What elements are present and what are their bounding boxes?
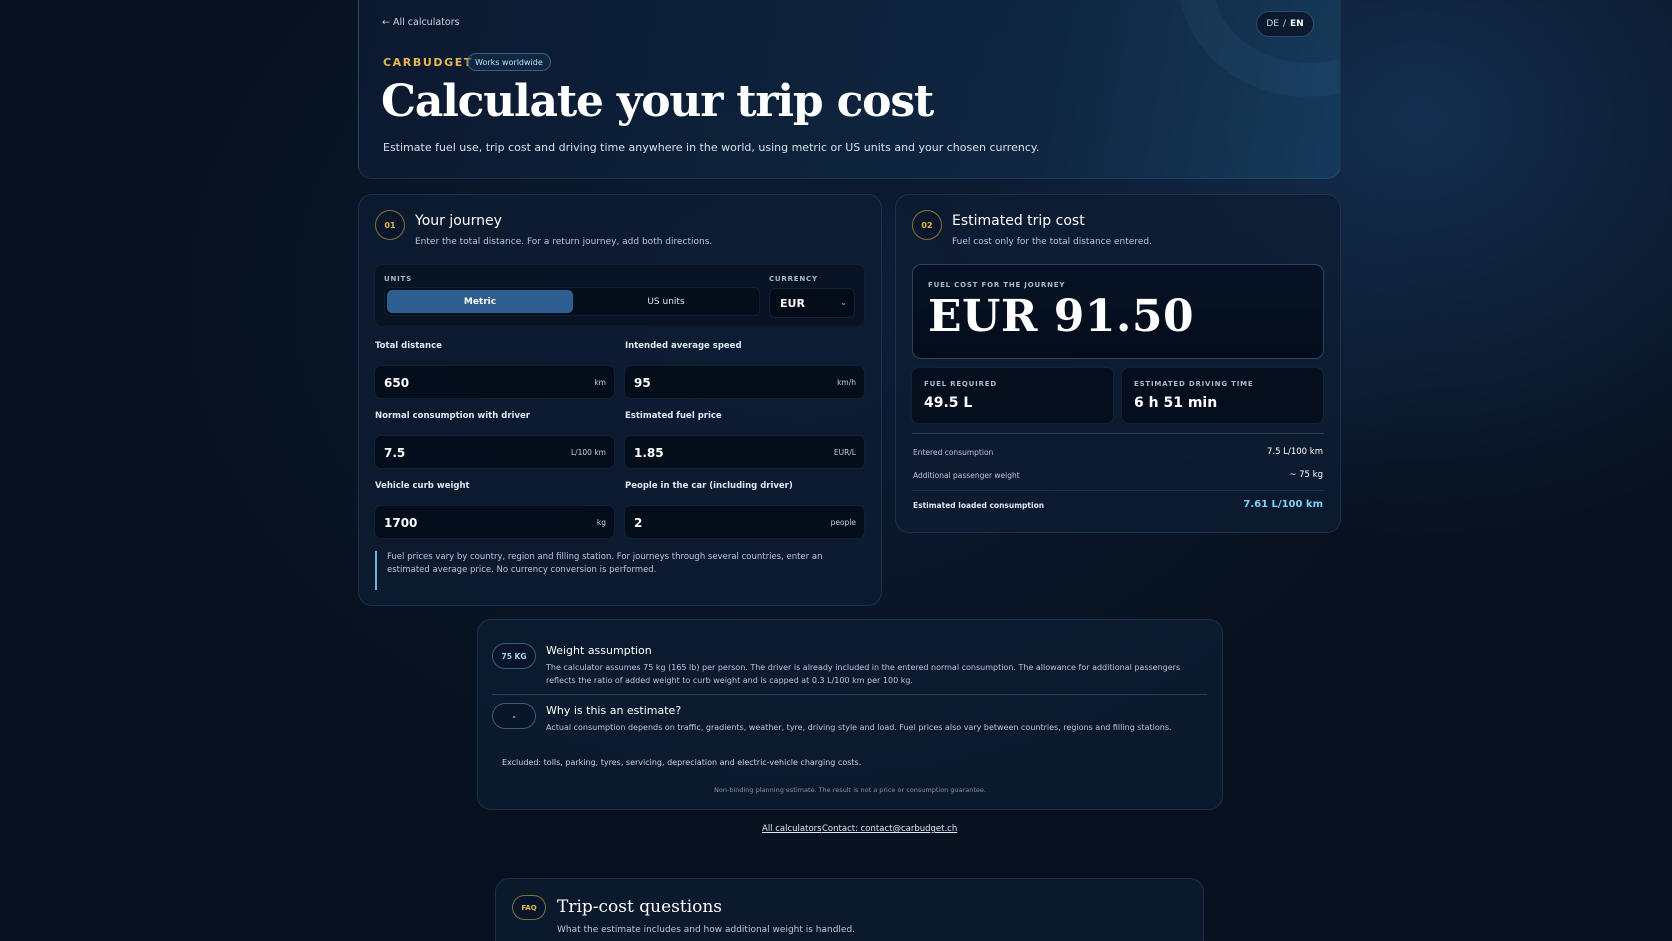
estimate-body: Actual consumption depends on traffic, g… — [546, 723, 1172, 732]
page-title: Calculate your trip cost — [381, 76, 934, 127]
driving-time-value: 6 h 51 min — [1134, 395, 1218, 411]
weight-assumption-body: The calculator assumes 75 kg (165 lb) pe… — [546, 663, 1181, 685]
journey-subtitle: Enter the total distance. For a return j… — [415, 237, 713, 247]
people-value: 2 — [634, 516, 643, 530]
step-badge-02: 02 — [912, 210, 942, 240]
driving-time-box: ESTIMATED DRIVING TIME 6 h 51 min — [1121, 367, 1324, 424]
units-metric-button[interactable]: Metric — [387, 290, 573, 313]
faq-badge: FAQ — [512, 895, 546, 920]
back-to-calculators-link[interactable]: ← All calculators — [382, 17, 460, 28]
speed-unit: km/h — [837, 378, 856, 387]
fuel-price-field[interactable]: 1.85 EUR/L — [624, 435, 865, 469]
loaded-consumption-value: 7.61 L/100 km — [1243, 499, 1323, 510]
fuel-cost-value: EUR 91.50 — [928, 291, 1195, 342]
faq-title: Trip-cost questions — [557, 897, 723, 917]
people-unit: people — [830, 518, 856, 527]
excluded-costs-note: Excluded: tolls, parking, tyres, servici… — [502, 758, 862, 767]
lang-separator: / — [1282, 19, 1286, 29]
distance-field[interactable]: 650 km — [374, 365, 615, 399]
speed-label: Intended average speed — [625, 341, 742, 351]
units-label: UNITS — [384, 275, 412, 283]
currency-label: CURRENCY — [769, 275, 818, 283]
distance-unit: km — [594, 378, 606, 387]
weight-unit: kg — [596, 518, 606, 527]
weight-label: Vehicle curb weight — [375, 481, 470, 491]
weight-value: 1700 — [384, 516, 418, 530]
fuel-cost-label: FUEL COST FOR THE JOURNEY — [928, 281, 1066, 289]
language-switcher[interactable]: DE / EN — [1256, 11, 1314, 37]
weight-assumption-title: Weight assumption — [546, 644, 652, 657]
journey-card — [358, 194, 882, 606]
passenger-weight-label: Additional passenger weight — [913, 471, 1020, 480]
info-divider — [492, 694, 1207, 695]
consumption-value: 7.5 — [384, 446, 406, 460]
consumption-unit: L/100 km — [570, 448, 606, 457]
footer-contact-link[interactable]: Contact: contact@carbudget.ch — [822, 824, 957, 834]
speed-field[interactable]: 95 km/h — [624, 365, 865, 399]
currency-value: EUR — [780, 296, 805, 310]
result-subtitle: Fuel cost only for the total distance en… — [952, 237, 1152, 247]
lang-en-option[interactable]: EN — [1290, 19, 1304, 29]
fuel-price-unit: EUR/L — [833, 448, 856, 457]
estimate-badge: - — [492, 703, 536, 729]
entered-consumption-label: Entered consumption — [913, 448, 994, 457]
brand-logo: CARBUDGET — [383, 56, 473, 69]
page-subtitle: Estimate fuel use, trip cost and driving… — [383, 141, 1040, 154]
weight-field[interactable]: 1700 kg — [374, 505, 615, 539]
step-badge-01: 01 — [375, 210, 405, 240]
entered-consumption-value: 7.5 L/100 km — [1267, 447, 1323, 457]
chevron-down-icon: ⌄ — [840, 298, 847, 307]
fuel-required-value: 49.5 L — [924, 395, 973, 411]
driving-time-label: ESTIMATED DRIVING TIME — [1134, 380, 1254, 388]
passenger-weight-value: ~ 75 kg — [1289, 470, 1323, 480]
disclaimer: Non-binding planning estimate. The resul… — [714, 786, 986, 794]
units-segmented-control: Metric US units — [384, 287, 760, 316]
fuel-price-note: Fuel prices vary by country, region and … — [375, 551, 865, 590]
fuel-required-box: FUEL REQUIRED 49.5 L — [911, 367, 1114, 424]
currency-select[interactable]: EUR ⌄ — [769, 288, 855, 318]
consumption-field[interactable]: 7.5 L/100 km — [374, 435, 615, 469]
fuel-price-value: 1.85 — [634, 446, 664, 460]
worldwide-tag: Works worldwide — [467, 53, 551, 71]
distance-label: Total distance — [375, 341, 442, 351]
consumption-label: Normal consumption with driver — [375, 411, 530, 421]
people-label: People in the car (including driver) — [625, 481, 793, 491]
result-divider — [912, 433, 1324, 434]
weight-badge: 75 KG — [492, 643, 536, 669]
distance-value: 650 — [384, 376, 410, 390]
speed-value: 95 — [634, 376, 651, 390]
result-title: Estimated trip cost — [952, 213, 1085, 229]
estimate-title: Why is this an estimate? — [546, 704, 682, 717]
units-us-button[interactable]: US units — [575, 290, 757, 313]
footer-all-calculators-link[interactable]: All calculators — [762, 824, 822, 834]
faq-subtitle: What the estimate includes and how addit… — [557, 925, 856, 935]
loaded-consumption-label: Estimated loaded consumption — [913, 501, 1045, 510]
journey-title: Your journey — [415, 213, 502, 229]
fuel-required-label: FUEL REQUIRED — [924, 380, 997, 388]
lang-de-option[interactable]: DE — [1266, 19, 1279, 29]
people-field[interactable]: 2 people — [624, 505, 865, 539]
result-divider-2 — [912, 490, 1324, 491]
fuel-price-label: Estimated fuel price — [625, 411, 722, 421]
